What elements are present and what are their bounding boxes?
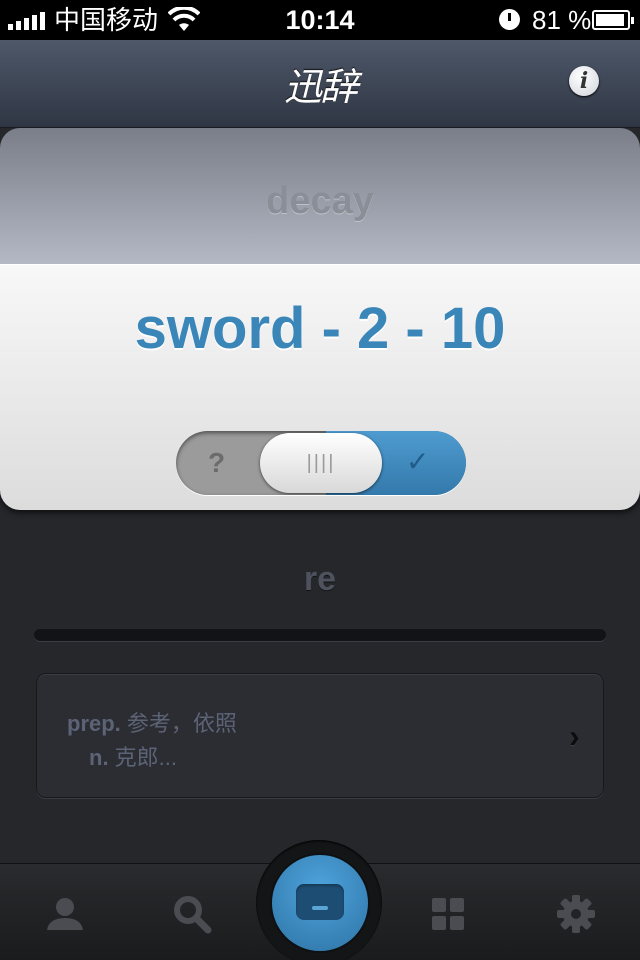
part-of-speech: prep.: [67, 711, 121, 736]
progress-bar: [34, 629, 606, 641]
part-of-speech: n.: [89, 745, 109, 770]
profile-icon[interactable]: [45, 894, 85, 934]
card-current-section: sword - 2 - 10 ? ✓ ||||: [0, 264, 640, 510]
definition-panel[interactable]: prep. 参考，依照 n. 克郎... ›: [36, 673, 604, 798]
definition-line-2: n. 克郎...: [89, 740, 177, 772]
definition-text: 参考，依照: [120, 711, 237, 736]
app-logo: 迅辞: [283, 65, 358, 109]
grid-icon[interactable]: [428, 894, 468, 934]
info-button[interactable]: i: [569, 66, 599, 96]
alarm-clock-icon: [499, 9, 520, 30]
status-bar: 中国移动 10:14 81 %: [0, 0, 640, 40]
definition-text: 克郎...: [108, 745, 178, 770]
current-word: sword - 2 - 10: [134, 296, 506, 361]
question-icon: ?: [208, 447, 226, 478]
checkmark-icon: ✓: [406, 446, 430, 477]
root-word: re: [303, 560, 337, 598]
definition-line-1: prep. 参考，依照: [67, 706, 237, 738]
search-icon[interactable]: [172, 894, 212, 934]
nav-bar: 迅辞 i: [0, 40, 640, 128]
word-card: decay sword - 2 - 10 ? ✓ ||||: [0, 128, 640, 510]
know-toggle-switch[interactable]: ? ✓ ||||: [176, 431, 466, 495]
toggle-knob[interactable]: ||||: [260, 433, 382, 493]
card-previous-section[interactable]: decay: [0, 128, 640, 264]
chevron-right-icon[interactable]: ›: [569, 718, 580, 755]
battery-icon: [592, 10, 634, 30]
battery-percent: 81 %: [532, 5, 592, 35]
flashcard-icon: [296, 884, 344, 920]
previous-word: decay: [266, 180, 374, 222]
gear-icon[interactable]: [556, 894, 596, 934]
